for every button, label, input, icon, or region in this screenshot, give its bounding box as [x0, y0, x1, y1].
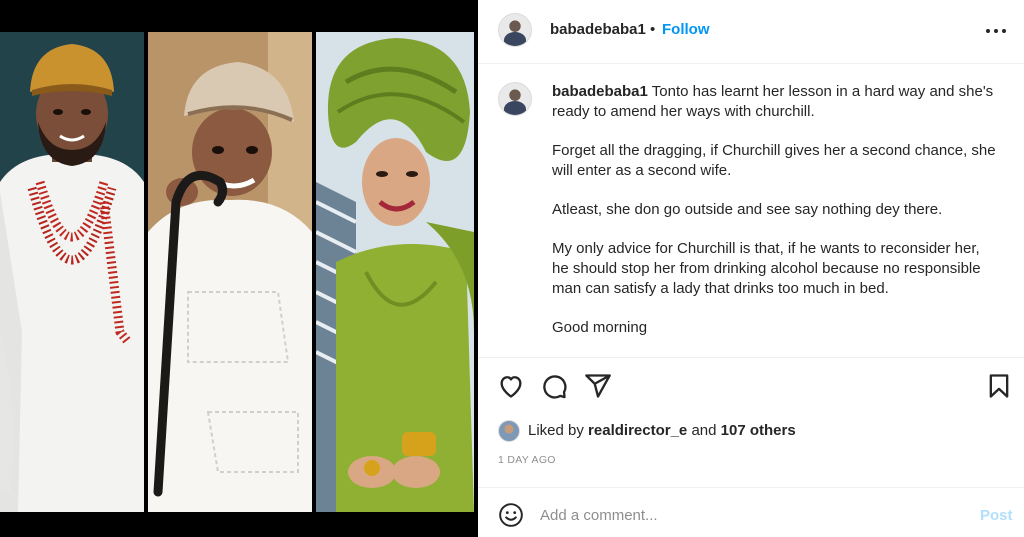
caption-username[interactable]: babadebaba1	[552, 83, 648, 100]
liker-avatar[interactable]	[498, 420, 520, 442]
author-avatar[interactable]	[498, 13, 532, 47]
photo-woman-in-green-gele	[316, 32, 474, 512]
post-header: babadebaba1 • Follow	[478, 0, 1024, 64]
man-illustration	[0, 32, 144, 512]
author-username[interactable]: babadebaba1	[550, 21, 646, 38]
liker-username[interactable]: realdirector_e	[588, 422, 687, 439]
more-options-icon[interactable]	[984, 20, 1008, 42]
post-panel: babadebaba1 • Follow babadebaba1 Tonto h…	[478, 0, 1024, 537]
bookmark-icon[interactable]	[985, 372, 1013, 400]
post-caption: babadebaba1 Tonto has learnt her lesson …	[552, 82, 1000, 357]
caption-paragraph: Forget all the dragging, if Churchill gi…	[552, 142, 996, 179]
emoji-icon[interactable]	[498, 502, 524, 528]
caption-avatar[interactable]	[498, 82, 532, 116]
caption-paragraph: babadebaba1 Tonto has learnt her lesson …	[552, 82, 1000, 122]
share-icon[interactable]	[584, 372, 612, 400]
comment-bar: Post	[478, 488, 1024, 537]
post-comment-button[interactable]: Post	[980, 507, 1013, 524]
post-media[interactable]	[0, 0, 478, 537]
comment-input[interactable]	[540, 501, 960, 529]
comment-icon[interactable]	[540, 372, 568, 400]
photo-man-in-white-attire	[0, 32, 144, 512]
boy-illustration	[148, 32, 312, 512]
header-separator: •	[650, 21, 656, 38]
woman-illustration	[316, 32, 474, 512]
likes-others-link[interactable]: 107 others	[721, 422, 796, 439]
likes-prefix: Liked by	[528, 422, 584, 439]
post-timestamp[interactable]: 1 DAY AGO	[498, 454, 556, 466]
likes-text: Liked by realdirector_e and 107 others	[528, 422, 796, 439]
actions-divider	[478, 357, 1024, 358]
photo-boy-with-walking-stick	[148, 32, 312, 512]
likes-connector: and	[691, 422, 717, 439]
post-actions	[478, 372, 1024, 402]
caption-paragraph: My only advice for Churchill is that, if…	[552, 240, 981, 297]
caption-paragraph: Atleast, she don go outside and see say …	[552, 201, 943, 218]
follow-button[interactable]: Follow	[662, 21, 710, 38]
caption-paragraph: Good morning	[552, 319, 648, 336]
heart-icon[interactable]	[497, 372, 525, 400]
